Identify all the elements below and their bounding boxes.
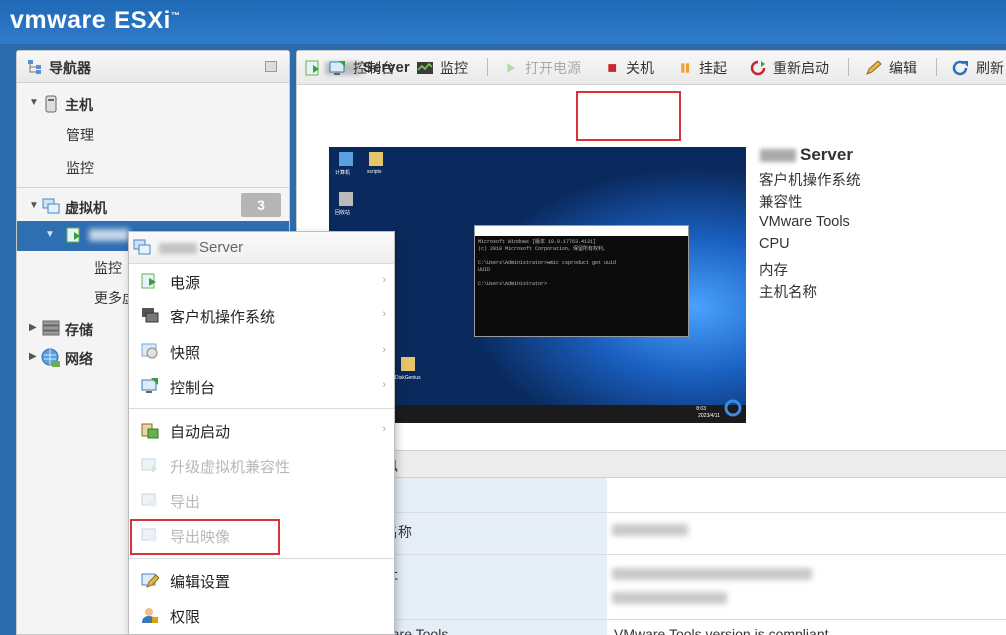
vm-group-icon bbox=[42, 198, 60, 214]
submenu-arrow-icon: › bbox=[382, 379, 386, 391]
blurred-ip-address bbox=[612, 592, 727, 604]
submenu-arrow-icon: › bbox=[382, 344, 386, 356]
nav-host-monitor[interactable]: 监控 bbox=[17, 152, 289, 182]
toolbar-divider bbox=[936, 58, 937, 76]
vm-group-icon bbox=[133, 239, 151, 255]
shutdown-button[interactable]: 关机 bbox=[606, 57, 654, 79]
edit-button[interactable]: 编辑 bbox=[865, 57, 917, 79]
navigator-header: 导航器 bbox=[17, 51, 289, 83]
refresh-icon bbox=[952, 60, 968, 76]
restart-button[interactable]: 重新启动 bbox=[749, 57, 829, 79]
autostart-icon bbox=[141, 423, 159, 439]
cmd-window: Microsoft Windows [版本 10.0.17763.4131] (… bbox=[474, 225, 689, 337]
navigator-title: 导航器 bbox=[49, 60, 91, 76]
vm-context-menu: Server 电源 › 客户机操作系统 › 快照 › 控制台 › 自动启动 › 升级虚拟机… bbox=[128, 231, 395, 635]
monitor-button[interactable]: 监控 bbox=[416, 57, 468, 79]
vm-count-badge: 3 bbox=[241, 193, 281, 217]
toolbar-divider bbox=[487, 58, 488, 76]
divider bbox=[17, 187, 289, 188]
toolbar-divider bbox=[848, 58, 849, 76]
prop-memory: 内存 bbox=[759, 263, 788, 279]
play-icon bbox=[507, 63, 516, 73]
permissions-user-icon bbox=[142, 608, 158, 623]
guest-os-icon bbox=[142, 308, 159, 323]
menu-divider bbox=[129, 558, 394, 559]
console-icon bbox=[329, 61, 345, 75]
computer-icon bbox=[339, 152, 353, 166]
shutdown-highlight-box bbox=[576, 91, 681, 141]
menu-power[interactable]: 电源 › bbox=[129, 264, 394, 298]
context-menu-header: Server bbox=[129, 232, 394, 264]
network-globe-icon bbox=[41, 348, 60, 367]
menu-permissions[interactable]: 权限 bbox=[129, 598, 394, 632]
snapshot-icon bbox=[141, 343, 158, 359]
expand-arrow-icon[interactable]: ▼ bbox=[29, 97, 39, 108]
vmware-esxi-logo: vmware ESXi™ bbox=[10, 6, 181, 34]
expand-arrow-icon[interactable]: ▼ bbox=[45, 229, 55, 240]
pause-icon bbox=[681, 63, 690, 73]
vm-powered-on-icon bbox=[305, 60, 319, 76]
storage-icon bbox=[42, 320, 60, 336]
blurred-vm-name bbox=[89, 229, 129, 241]
expand-arrow-icon[interactable]: ▶ bbox=[29, 322, 37, 333]
top-bar: vmware ESXi™ bbox=[0, 0, 1006, 44]
folder-icon bbox=[369, 152, 383, 166]
menu-guest-os[interactable]: 客户机操作系统 › bbox=[129, 298, 394, 332]
pencil-icon bbox=[866, 60, 882, 75]
folder-icon bbox=[401, 357, 415, 371]
blurred-hostname bbox=[612, 524, 688, 536]
expand-arrow-icon[interactable]: ▶ bbox=[29, 351, 37, 362]
menu-edit-settings[interactable]: 编辑设置 bbox=[129, 563, 394, 597]
power-on-button[interactable]: 打开电源 bbox=[505, 57, 581, 79]
prop-vmware-tools: VMware Tools bbox=[759, 214, 850, 230]
stop-icon bbox=[608, 64, 617, 72]
nav-host-manage[interactable]: 管理 bbox=[17, 119, 289, 149]
monitor-chart-icon bbox=[417, 62, 433, 74]
submenu-arrow-icon: › bbox=[382, 308, 386, 320]
export-image-highlight-box bbox=[130, 519, 280, 555]
navigator-tree-icon bbox=[28, 60, 41, 74]
menu-export[interactable]: 导出 bbox=[129, 483, 394, 517]
vm-powered-on-icon bbox=[66, 227, 80, 243]
edit-settings-icon bbox=[141, 573, 159, 588]
menu-console[interactable]: 控制台 › bbox=[129, 369, 394, 403]
prop-guest-os: 客户机操作系统 bbox=[759, 173, 861, 189]
collapse-panel-icon[interactable] bbox=[265, 61, 277, 72]
refresh-button[interactable]: 刷新 bbox=[952, 57, 1004, 79]
host-icon bbox=[45, 95, 57, 113]
nav-host[interactable]: ▼ 主机 bbox=[17, 89, 289, 119]
blurred-ip-address bbox=[612, 568, 812, 580]
prop-compatibility: 兼容性 bbox=[759, 195, 803, 211]
prop-cpu: CPU bbox=[759, 236, 790, 252]
expand-arrow-icon[interactable]: ▼ bbox=[29, 200, 39, 211]
submenu-arrow-icon: › bbox=[382, 274, 386, 286]
console-button[interactable]: 控制台 bbox=[329, 57, 395, 79]
suspend-button[interactable]: 挂起 bbox=[679, 57, 727, 79]
menu-autostart[interactable]: 自动启动 › bbox=[129, 413, 394, 447]
upgrade-compatibility-icon bbox=[141, 458, 157, 473]
general-information-section: 信息 络 机名称 地址 Mware Tools VMware Tools ver… bbox=[296, 450, 1006, 635]
nav-vms[interactable]: ▼ 虚拟机 3 bbox=[17, 192, 289, 222]
submenu-arrow-icon: › bbox=[382, 423, 386, 435]
vmware-tools-status: VMware Tools version is compliant bbox=[614, 626, 829, 635]
menu-divider bbox=[129, 408, 394, 409]
section-header[interactable]: 信息 bbox=[296, 450, 1006, 478]
menu-upgrade-compatibility[interactable]: 升级虚拟机兼容性 bbox=[129, 448, 394, 482]
vm-summary-name: Server bbox=[760, 145, 853, 165]
prop-hostname: 主机名称 bbox=[759, 285, 817, 301]
console-icon bbox=[141, 378, 158, 393]
refresh-thumbnail-icon[interactable] bbox=[724, 399, 742, 417]
recycle-bin-icon bbox=[339, 192, 353, 206]
power-icon bbox=[141, 273, 156, 289]
export-icon bbox=[141, 493, 157, 507]
menu-snapshots[interactable]: 快照 › bbox=[129, 334, 394, 368]
restart-icon bbox=[750, 60, 766, 76]
